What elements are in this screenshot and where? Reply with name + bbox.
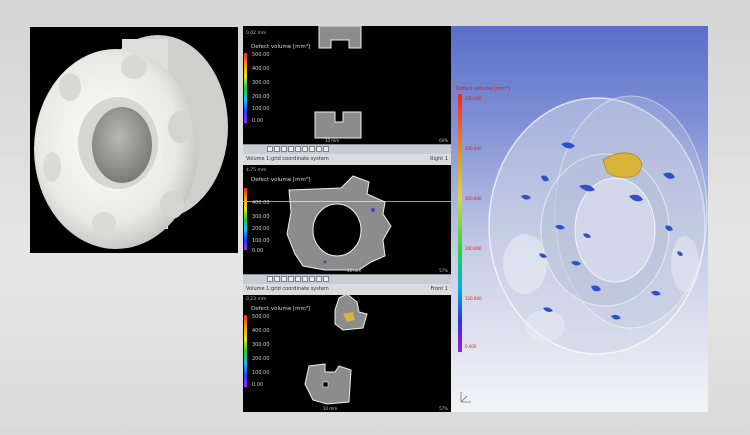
legend-title: Defect volume [mm³] <box>251 306 311 312</box>
toolbar-button[interactable] <box>323 146 329 152</box>
panel-toolbar <box>243 144 451 154</box>
legend-tick: 400.00 <box>252 328 270 334</box>
panel-header: Volume 1:grid coordinate system Front 1 <box>243 284 451 295</box>
legend-tick: 100.000 <box>465 296 482 301</box>
legend-tick: 200.00 <box>252 226 270 232</box>
scale-bar: 10 mm <box>347 268 362 273</box>
legend-title: Defect volume [mm³] <box>251 177 311 183</box>
legend-tick: 100.00 <box>252 106 270 112</box>
toolbar-button[interactable] <box>302 276 308 282</box>
toolbar-button[interactable] <box>281 276 287 282</box>
legend-tick: 500.00 <box>252 52 270 58</box>
legend-title: Defect volume [mm³] <box>251 44 311 50</box>
legend-title: Defect volume [mm³] <box>456 86 510 92</box>
toolbar-button[interactable] <box>295 146 301 152</box>
panel-header: Volume 1:grid coordinate system Right 1 <box>243 154 451 165</box>
slice-image-bottom <box>304 293 368 405</box>
ct-panel-middle: Volume 1:grid coordinate system Right 1 … <box>243 154 451 284</box>
legend-tick: 200.000 <box>465 246 482 251</box>
legend-tick: 500.000 <box>465 96 482 101</box>
volume-3d-view: Defect volume [mm³] 500.000 400.000 300.… <box>451 26 708 412</box>
legend-tick: 0.00 <box>252 382 264 388</box>
legend-tick: 100.00 <box>252 370 270 376</box>
legend-tick: 0.000 <box>465 344 477 349</box>
slice-image-middle <box>286 175 392 271</box>
panel-toolbar <box>243 274 451 284</box>
legend-tick: 300.00 <box>252 80 270 86</box>
toolbar-button[interactable] <box>288 276 294 282</box>
toolbar-button[interactable] <box>288 146 294 152</box>
color-scale-bar <box>244 315 247 387</box>
ct-slice-viewer: 0.02 mm Defect volume [mm³] 500.00 400.0… <box>243 26 451 412</box>
color-scale-bar <box>244 188 247 250</box>
legend-tick: 400.00 <box>252 200 270 206</box>
legend-tick: 300.000 <box>465 196 482 201</box>
color-scale-bar <box>458 94 462 352</box>
toolbar-button[interactable] <box>281 146 287 152</box>
slice-position: 4.75 mm <box>246 168 267 173</box>
legend-tick: 300.00 <box>252 214 270 220</box>
toolbar-button[interactable] <box>274 276 280 282</box>
ct-panel-top: 0.02 mm Defect volume [mm³] 500.00 400.0… <box>243 26 451 154</box>
panel-title: Volume 1:grid coordinate system <box>246 156 329 162</box>
toolbar-button[interactable] <box>267 146 273 152</box>
legend-tick: 200.00 <box>252 94 270 100</box>
toolbar-button[interactable] <box>323 276 329 282</box>
toolbar-button[interactable] <box>295 276 301 282</box>
toolbar-button[interactable] <box>316 276 322 282</box>
toolbar-button[interactable] <box>274 146 280 152</box>
legend-tick: 300.00 <box>252 342 270 348</box>
legend-tick: 0.00 <box>252 118 264 124</box>
legend-tick: 400.00 <box>252 66 270 72</box>
toolbar-button[interactable] <box>309 146 315 152</box>
scale-bar: 10 mm <box>323 406 338 411</box>
color-scale-bar <box>244 53 247 123</box>
toolbar-button[interactable] <box>267 276 273 282</box>
toolbar-button[interactable] <box>302 146 308 152</box>
printed-part-image <box>34 35 228 249</box>
legend-tick: 200.00 <box>252 356 270 362</box>
slice-position: 0.23 mm <box>246 297 267 302</box>
volume-render <box>460 95 708 403</box>
zoom-level: 60% <box>439 138 448 143</box>
scale-bar: 10 mm <box>325 138 340 143</box>
zoom-level: 57% <box>439 406 448 411</box>
toolbar-button[interactable] <box>316 146 322 152</box>
view-label: Front 1 <box>430 286 448 292</box>
panel-title: Volume 1:grid coordinate system <box>246 286 329 292</box>
slice-cross-line <box>243 201 451 202</box>
legend-tick: 100.00 <box>252 238 270 244</box>
zoom-level: 57% <box>439 268 448 273</box>
ct-panel-bottom: Volume 1:grid coordinate system Front 1 … <box>243 284 451 412</box>
view-label: Right 1 <box>430 156 448 162</box>
slice-position: 0.02 mm <box>246 31 267 36</box>
toolbar-button[interactable] <box>309 276 315 282</box>
legend-tick: 0.00 <box>252 248 264 254</box>
legend-tick: 500.00 <box>252 314 270 320</box>
part-photo <box>30 27 238 253</box>
legend-tick: 400.000 <box>465 146 482 151</box>
